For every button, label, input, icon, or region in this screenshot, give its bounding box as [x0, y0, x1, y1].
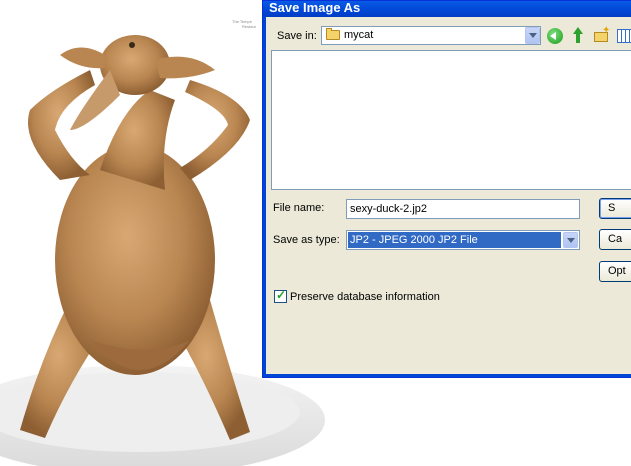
dialog-frame-bottom: [263, 374, 631, 377]
up-folder-icon[interactable]: [571, 27, 585, 43]
save-in-label: Save in:: [277, 30, 317, 42]
chevron-down-icon[interactable]: [563, 232, 578, 248]
preserve-db-label[interactable]: Preserve database information: [290, 291, 440, 303]
save-image-dialog: Save Image As Save in: mycat File name: …: [262, 0, 631, 378]
save-type-select[interactable]: JP2 - JPEG 2000 JP2 File: [346, 230, 580, 250]
options-button[interactable]: Opt: [599, 261, 631, 282]
credit-line-2: Restaur: [242, 24, 257, 29]
new-folder-icon[interactable]: [593, 25, 611, 45]
save-in-value: mycat: [344, 29, 374, 41]
save-in-combo[interactable]: mycat: [321, 26, 541, 45]
back-icon[interactable]: [547, 28, 563, 44]
preserve-db-checkbox[interactable]: [274, 288, 287, 303]
dialog-frame-left: [263, 17, 266, 377]
save-button[interactable]: S: [599, 198, 631, 219]
file-list[interactable]: [271, 50, 631, 190]
folder-icon: [326, 28, 340, 40]
photo-credit: The Tempe Restaur: [232, 19, 256, 29]
save-type-value: JP2 - JPEG 2000 JP2 File: [348, 232, 561, 248]
cancel-button[interactable]: Ca: [599, 229, 631, 250]
file-name-input[interactable]: sexy-duck-2.jp2: [346, 199, 580, 219]
file-name-label: File name:: [273, 202, 325, 214]
views-icon[interactable]: [617, 29, 631, 43]
dialog-titlebar[interactable]: Save Image As: [263, 1, 631, 17]
dialog-title: Save Image As: [269, 0, 361, 15]
save-type-label: Save as type:: [273, 234, 340, 246]
chevron-down-icon[interactable]: [525, 27, 540, 44]
